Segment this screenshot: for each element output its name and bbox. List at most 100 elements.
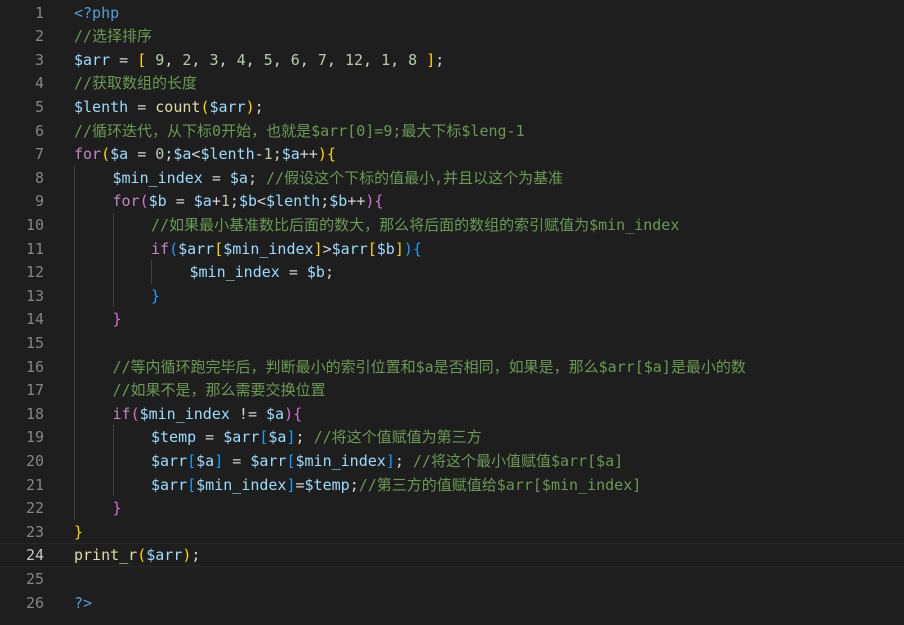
line-code: //等内循环跑完毕后，判断最小的索引位置和$a是否相同，如果是，那么$arr[$…: [113, 355, 746, 379]
code-line[interactable]: 17 //如果不是，那么需要交换位置: [0, 378, 904, 402]
code-token: (: [101, 145, 111, 164]
code-line[interactable]: 25: [0, 567, 904, 591]
code-token: $lenth: [200, 145, 255, 164]
code-token: ): [403, 239, 413, 258]
code-token: ): [245, 97, 255, 116]
code-token: }: [112, 310, 122, 329]
code-line[interactable]: 19 $temp = $arr[$a]; //将这个值赋值为第三方: [0, 425, 904, 449]
code-token: $temp: [151, 428, 197, 447]
code-line[interactable]: 10 //如果最小基准数比后面的数大，那么将后面的数组的索引赋值为$min_ind…: [0, 213, 904, 237]
code-line[interactable]: 16 //等内循环跑完毕后，判断最小的索引位置和$a是否相同，如果是，那么$arr…: [0, 355, 904, 379]
code-line[interactable]: 13}: [0, 284, 904, 308]
line-code: //如果最小基准数比后面的数大，那么将后面的数组的索引赋值为$min_index: [151, 213, 679, 237]
line-code: for($b = $a+1;$b<$lenth;$b++){: [113, 189, 384, 213]
code-line[interactable]: 3 $arr = [ 9, 2, 3, 4, 5, 6, 7, 12, 1, 8 …: [0, 48, 904, 72]
code-line[interactable]: 2 //选择排序: [0, 24, 904, 48]
code-token: [: [187, 475, 197, 494]
code-line[interactable]: 14}: [0, 307, 904, 331]
code-token: count: [155, 97, 201, 116]
code-token: 8: [408, 50, 418, 69]
line-number: 7: [34, 145, 44, 164]
code-token: ;: [320, 192, 330, 211]
line-number: 10: [25, 215, 44, 234]
code-token: [: [137, 50, 147, 69]
code-token: ,: [218, 50, 237, 69]
code-token: for: [112, 192, 140, 211]
code-token: $a: [173, 145, 192, 164]
code-token: $b: [376, 239, 395, 258]
code-line[interactable]: 1 <?php: [0, 1, 904, 25]
code-token: for: [74, 145, 102, 164]
code-token: 12: [344, 50, 363, 69]
code-token: 0: [155, 145, 165, 164]
code-token: }: [112, 499, 122, 518]
code-token: $min_index: [112, 168, 203, 187]
code-line[interactable]: 11 if($arr[$min_index]>$arr[$b]){: [0, 237, 904, 261]
line-number: 24: [25, 546, 44, 565]
code-token: ;: [254, 97, 264, 116]
code-token: [: [286, 451, 296, 470]
code-line[interactable]: 7 for($a = 0;$a<$lenth-1;$a++){: [0, 142, 904, 166]
code-token: ;: [164, 145, 174, 164]
code-token: $a: [268, 428, 287, 447]
code-token: ,: [299, 50, 318, 69]
line-code: if($arr[$min_index]>$arr[$b]){: [151, 237, 422, 261]
code-token: {: [326, 145, 336, 164]
code-token: $arr: [146, 546, 183, 565]
code-line[interactable]: 23}: [0, 520, 904, 544]
code-token: ;: [295, 428, 314, 447]
line-number: 25: [25, 569, 44, 588]
code-line[interactable]: 6 //循环迭代，从下标0开始，也就是$arr[0]=9;最大下标$leng-1: [0, 119, 904, 143]
code-line[interactable]: 24 print_r($arr);: [0, 543, 904, 567]
code-token: -: [254, 145, 264, 164]
line-code: //如果不是，那么需要交换位置: [113, 378, 326, 402]
code-line[interactable]: 8 $min_index = $a; //假设这个下标的值最小,并且以这个为基准: [0, 166, 904, 190]
code-token: $min_index: [223, 239, 314, 258]
code-token: +: [211, 192, 221, 211]
line-number: 3: [34, 50, 44, 69]
code-line[interactable]: 5 $lenth = count($arr);: [0, 95, 904, 119]
code-token: //将这个值赋值为第三方: [313, 428, 482, 447]
line-number: 13: [25, 286, 44, 305]
code-line[interactable]: 21 $arr[$min_index]=$temp;//第三方的值赋值给$arr[…: [0, 473, 904, 497]
line-code: $lenth = count($arr);: [74, 95, 264, 119]
code-token: ?>: [74, 593, 93, 612]
code-token: print_r: [74, 546, 138, 565]
line-number: 16: [25, 357, 44, 376]
line-code: //选择排序: [74, 24, 152, 48]
code-line[interactable]: 18 if($min_index != $a){: [0, 402, 904, 426]
code-token: ]: [214, 451, 224, 470]
code-token: ;: [191, 546, 201, 565]
code-token: $arr: [151, 475, 188, 494]
code-line[interactable]: 20 $arr[$a] = $arr[$min_index]; //将这个最小值赋…: [0, 449, 904, 473]
code-token: $arr: [74, 50, 111, 69]
code-token: $lenth: [266, 192, 321, 211]
code-token: $b: [329, 192, 348, 211]
code-line[interactable]: 15: [0, 331, 904, 355]
code-token: ,: [326, 50, 345, 69]
line-code: $arr[$min_index]=$temp;//第三方的值赋值给$arr[$m…: [151, 473, 641, 497]
code-token: //循环迭代，从下标0开始，也就是$arr[0]=9;最大下标$leng-1: [74, 121, 525, 140]
code-editor[interactable]: 1 <?php 2//选择排序 3 $arr = [ 9, 2, 3, 4, 5, 6,…: [0, 0, 904, 625]
code-token: if: [112, 404, 131, 423]
code-token: ,: [164, 50, 183, 69]
code-token: $a: [229, 168, 248, 187]
code-token: =: [166, 192, 194, 211]
line-number: 2: [34, 27, 44, 46]
code-line[interactable]: 22}: [0, 496, 904, 520]
code-token: }: [74, 522, 84, 541]
line-number: 1: [34, 3, 44, 22]
code-token: (: [137, 546, 147, 565]
code-token: $arr: [223, 428, 260, 447]
code-line[interactable]: 12 $min_index = $b;: [0, 260, 904, 284]
code-line[interactable]: 26 ?>: [0, 591, 904, 615]
code-line[interactable]: 9 for($b = $a+1;$b<$lenth;$b++){: [0, 189, 904, 213]
code-token: (: [130, 404, 140, 423]
code-token: $b: [148, 192, 167, 211]
line-number: 8: [34, 168, 44, 187]
code-line[interactable]: 4 //获取数组的长度: [0, 71, 904, 95]
line-code: $min_index = $b;: [190, 260, 335, 284]
line-code: for($a = 0;$a<$lenth-1;$a++){: [74, 142, 336, 166]
